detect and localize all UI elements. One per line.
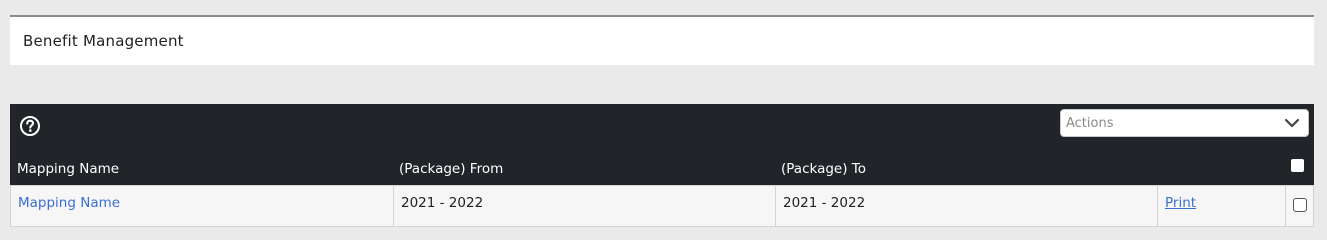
chevron-down-icon [1284, 118, 1300, 128]
row-checkbox[interactable] [1293, 198, 1307, 212]
print-cell: Print [1157, 186, 1285, 226]
mapping-grid: Actions Mapping Name (Package) From (Pac… [10, 104, 1314, 227]
column-header-mapping-name[interactable]: Mapping Name [17, 161, 119, 177]
page: Benefit Management Actions Mapping Name … [0, 0, 1327, 240]
package-from-cell: 2021 - 2022 [393, 186, 775, 226]
help-circle-icon[interactable] [20, 116, 40, 136]
mapping-name-link[interactable]: Mapping Name [18, 195, 120, 211]
print-link[interactable]: Print [1165, 195, 1196, 211]
table-row: Mapping Name 2021 - 2022 2021 - 2022 Pri… [10, 185, 1314, 227]
page-title: Benefit Management [23, 32, 184, 50]
column-header-package-from[interactable]: (Package) From [399, 161, 503, 177]
package-to-value: 2021 - 2022 [783, 195, 866, 211]
row-select-cell [1285, 186, 1313, 226]
package-from-value: 2021 - 2022 [401, 195, 484, 211]
column-header-package-to[interactable]: (Package) To [781, 161, 866, 177]
mapping-name-cell: Mapping Name [11, 186, 393, 226]
actions-dropdown[interactable]: Actions [1060, 109, 1309, 137]
package-to-cell: 2021 - 2022 [775, 186, 1157, 226]
grid-toolbar: Actions [10, 104, 1314, 154]
table-header: Mapping Name (Package) From (Package) To [10, 154, 1314, 185]
page-header: Benefit Management [10, 15, 1314, 65]
actions-dropdown-value: Actions [1066, 116, 1114, 131]
select-all-checkbox[interactable] [1291, 159, 1304, 172]
